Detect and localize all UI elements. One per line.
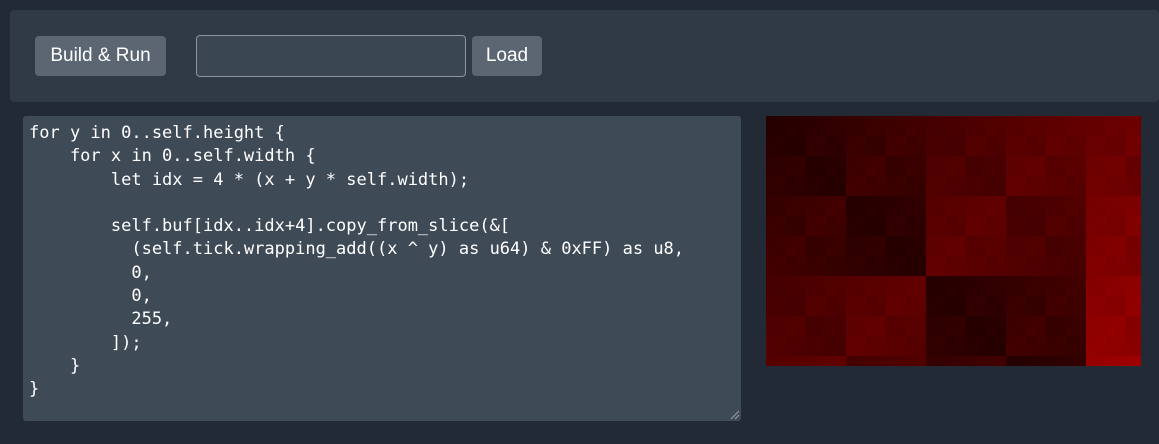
- build-run-button[interactable]: Build & Run: [35, 36, 166, 76]
- output-canvas-frame: [766, 116, 1141, 366]
- resize-grip-icon[interactable]: [730, 410, 740, 420]
- toolbar: Build & Run Load: [10, 10, 1159, 102]
- load-button[interactable]: Load: [472, 36, 542, 76]
- code-editor[interactable]: [23, 116, 741, 421]
- source-path-input[interactable]: [196, 35, 466, 77]
- output-canvas: [766, 116, 1141, 366]
